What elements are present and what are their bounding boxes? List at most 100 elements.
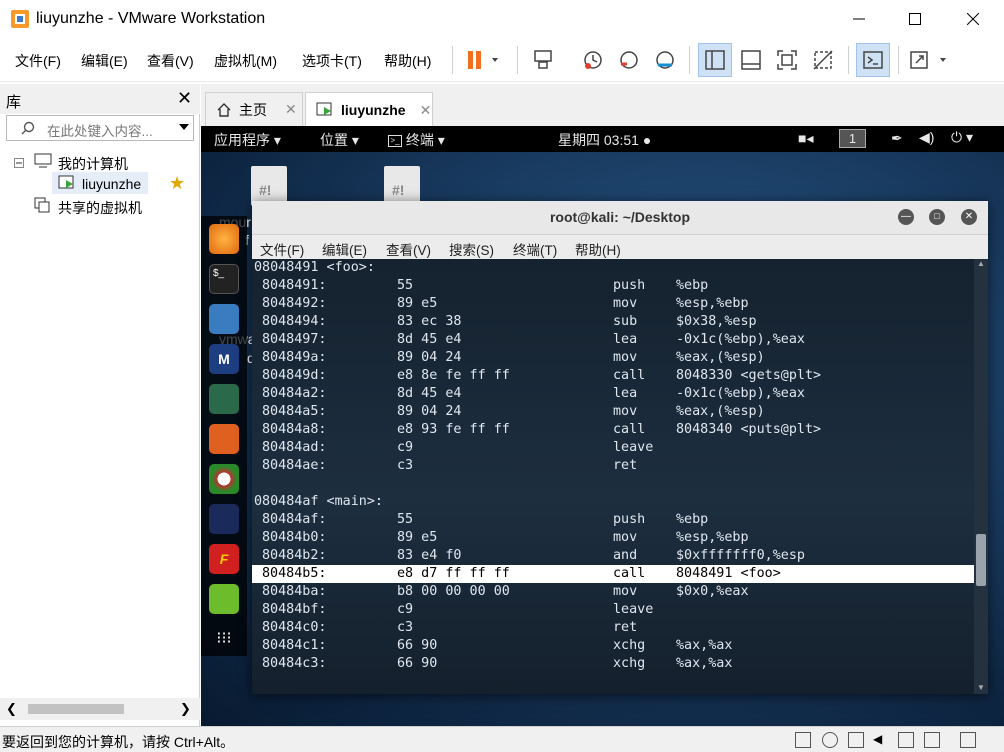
menu-view[interactable]: 查看(V): [147, 51, 194, 71]
menu-file[interactable]: 文件(F): [15, 51, 61, 71]
notes-icon[interactable]: [209, 584, 239, 614]
disasm-line: 80484a5: 89 04 24 mov %eax,(%esp): [252, 403, 974, 421]
search-dropdown-icon[interactable]: [179, 124, 189, 132]
hard-disk-icon[interactable]: [795, 732, 811, 748]
gnome-places-menu[interactable]: 位置 ▾: [320, 130, 359, 150]
disasm-line: 8048491: 55 push %ebp: [252, 277, 974, 295]
disasm-addr: 8048491:: [262, 278, 327, 293]
terminal-app-icon[interactable]: $_: [209, 264, 239, 294]
terminal-window[interactable]: root@kali: ~/Desktop — □ ✕ 文件(F) 编辑(E) 查…: [252, 201, 988, 694]
snapshot-manager-icon[interactable]: [648, 43, 682, 77]
terminal-close-icon[interactable]: ✕: [961, 209, 977, 225]
pen-icon[interactable]: ✒: [891, 130, 903, 147]
faraday-icon[interactable]: F: [209, 544, 239, 574]
menu-edit[interactable]: 编辑(E): [81, 51, 128, 71]
tree-collapse-icon[interactable]: [14, 155, 24, 171]
pause-button[interactable]: [458, 43, 510, 77]
revert-snapshot-icon[interactable]: [612, 43, 646, 77]
menu-vm[interactable]: 虚拟机(M): [214, 51, 277, 71]
tab-liuyunzhe-close-icon[interactable]: ✕: [420, 102, 432, 119]
tab-home-close-icon[interactable]: ✕: [285, 101, 297, 118]
terminal-scrollbar[interactable]: ▲ ▼: [974, 259, 988, 694]
power-icon[interactable]: ⏻ ▾: [951, 129, 973, 146]
beef-icon[interactable]: [209, 464, 239, 494]
search-placeholder: 在此处键入内容...: [47, 124, 153, 139]
show-apps-icon[interactable]: ⁝⁝⁝: [209, 624, 239, 654]
disasm-args: $0xfffffff0,%esp: [676, 548, 805, 563]
disasm-bytes: c3: [397, 620, 414, 635]
snapshot-icon[interactable]: [576, 43, 610, 77]
desktop-file-icon[interactable]: #!: [251, 166, 287, 206]
status-bar: 要返回到您的计算机，请按 Ctrl+Alt。 ◀: [0, 726, 1004, 752]
tab-liuyunzhe[interactable]: liuyunzhe ✕: [305, 92, 433, 127]
vm-screen[interactable]: 应用程序 ▾ 位置 ▾ >_ 终端 ▾ 星期四 03:51 ● ■◂ 1 ✒ ◀…: [201, 126, 1004, 726]
terminal-menu-help[interactable]: 帮助(H): [575, 239, 621, 259]
files-icon[interactable]: [209, 304, 239, 334]
tree-my-computer[interactable]: 我的计算机: [58, 154, 128, 174]
close-button[interactable]: [944, 0, 1002, 38]
terminal-menu-terminal[interactable]: 终端(T): [513, 239, 557, 259]
disasm-op: xchg: [613, 656, 646, 671]
unity-mode-icon[interactable]: [806, 43, 840, 77]
running-vm-icon: [58, 175, 76, 194]
message-icon[interactable]: [960, 732, 976, 748]
send-ctrl-alt-del-icon[interactable]: [526, 43, 560, 77]
menu-help[interactable]: 帮助(H): [384, 51, 431, 71]
disasm-args: %ebp: [676, 512, 709, 527]
library-view-icon[interactable]: [698, 43, 732, 77]
metasploit-icon[interactable]: M: [209, 344, 239, 374]
tree-shared-vms[interactable]: 共享的虚拟机: [58, 198, 142, 218]
gnome-terminal-menu[interactable]: >_ 终端 ▾: [388, 130, 445, 150]
favorite-star-icon[interactable]: ★: [169, 173, 185, 194]
armitage-icon[interactable]: [209, 384, 239, 414]
search-icon: [21, 121, 35, 135]
stretch-guest-icon[interactable]: [904, 43, 956, 77]
close-library-icon[interactable]: ✕: [177, 88, 192, 109]
computer-icon: [34, 153, 52, 172]
desktop-file-icon[interactable]: #!: [384, 166, 420, 206]
disasm-bytes: 89 e5: [397, 296, 438, 311]
disasm-op: ret: [613, 458, 638, 473]
firefox-icon[interactable]: [209, 224, 239, 254]
gnome-applications-menu[interactable]: 应用程序 ▾: [214, 130, 281, 150]
disasm-line: 80484af: 55 push %ebp: [252, 511, 974, 529]
thumbnail-bar-icon[interactable]: [734, 43, 768, 77]
burpsuite-icon[interactable]: [209, 424, 239, 454]
camera-icon[interactable]: ■◂: [798, 130, 813, 147]
disasm-addr: 80484c0:: [262, 620, 327, 635]
minimize-button[interactable]: [830, 0, 888, 38]
printer-icon[interactable]: [898, 732, 914, 748]
tab-home[interactable]: 主页 ✕: [205, 92, 303, 126]
workspace-indicator[interactable]: 1: [839, 129, 866, 148]
menu-bar: 文件(F) 编辑(E) 查看(V) 虚拟机(M) 选项卡(T) 帮助(H): [0, 38, 1004, 82]
cd-icon[interactable]: [822, 732, 838, 748]
terminal-minimize-icon[interactable]: —: [898, 209, 914, 225]
terminal-menu-view[interactable]: 查看(V): [386, 239, 431, 259]
maltego-icon[interactable]: [209, 504, 239, 534]
terminal-output[interactable]: 08048491 <foo>: 8048491: 55 push %ebp 8048492…: [252, 259, 974, 694]
menu-tabs[interactable]: 选项卡(T): [302, 51, 362, 71]
full-screen-icon[interactable]: [770, 43, 804, 77]
tree-vm-liuyunzhe[interactable]: liuyunzhe: [82, 176, 141, 192]
library-search-input[interactable]: 在此处键入内容...: [6, 115, 194, 141]
gnome-dock: $_ M F ⁝⁝⁝: [201, 216, 247, 656]
terminal-menu-edit[interactable]: 编辑(E): [322, 239, 367, 259]
disasm-args: 8048340 <puts@plt>: [676, 422, 822, 437]
disasm-addr: 80484ba:: [262, 584, 327, 599]
terminal-title: root@kali: ~/Desktop: [549, 209, 691, 225]
terminal-menu-search[interactable]: 搜索(S): [449, 239, 494, 259]
volume-icon[interactable]: ◀): [919, 129, 934, 146]
terminal-maximize-icon[interactable]: □: [929, 209, 945, 225]
terminal-menu-file[interactable]: 文件(F): [260, 239, 304, 259]
sound-icon[interactable]: ◀: [873, 732, 889, 748]
gnome-clock[interactable]: 星期四 03:51 ●: [558, 130, 651, 150]
maximize-button[interactable]: [886, 0, 944, 38]
disasm-op: ret: [613, 620, 638, 635]
network-icon[interactable]: [848, 732, 864, 748]
disasm-addr: 80484b2:: [262, 548, 327, 563]
terminal-titlebar[interactable]: root@kali: ~/Desktop — □ ✕: [252, 201, 988, 235]
display-icon[interactable]: [924, 732, 940, 748]
library-hscrollbar[interactable]: ❮ ❯: [0, 698, 200, 720]
console-view-icon[interactable]: [856, 43, 890, 77]
disasm-addr: 80484af:: [262, 512, 327, 527]
